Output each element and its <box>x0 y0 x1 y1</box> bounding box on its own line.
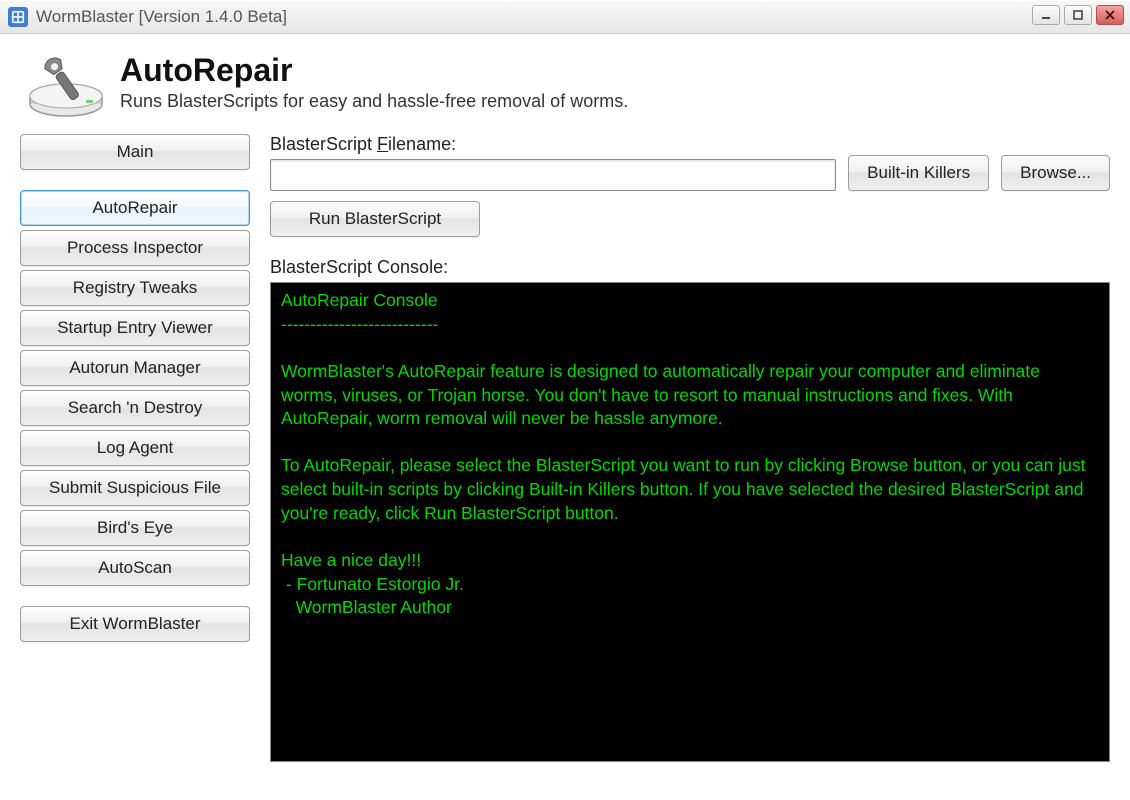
sidebar-item-label: Process Inspector <box>67 238 203 258</box>
sidebar-item-process-inspector[interactable]: Process Inspector <box>20 230 250 266</box>
maximize-button[interactable] <box>1064 5 1092 25</box>
filename-input[interactable] <box>270 159 836 191</box>
app-window: WormBlaster [Version 1.4.0 Beta] <box>0 0 1130 800</box>
sidebar-item-label: Main <box>117 142 154 162</box>
close-button[interactable] <box>1096 5 1124 25</box>
body: Main AutoRepair Process Inspector Regist… <box>0 134 1130 782</box>
title-controls <box>1032 5 1124 25</box>
sidebar-item-main[interactable]: Main <box>20 134 250 170</box>
window-title: WormBlaster [Version 1.4.0 Beta] <box>36 7 287 27</box>
sidebar-item-label: AutoScan <box>98 558 172 578</box>
page-title: AutoRepair <box>120 52 628 89</box>
sidebar-gap <box>20 174 250 186</box>
sidebar-item-label: Bird's Eye <box>97 518 173 538</box>
app-icon <box>8 7 28 27</box>
run-blasterscript-button[interactable]: Run BlasterScript <box>270 201 480 237</box>
close-icon <box>1104 9 1116 21</box>
page-subtitle: Runs BlasterScripts for easy and hassle-… <box>120 91 628 112</box>
sidebar-item-label: Log Agent <box>97 438 174 458</box>
browse-button[interactable]: Browse... <box>1001 155 1110 191</box>
sidebar-item-label: Autorun Manager <box>69 358 200 378</box>
sidebar: Main AutoRepair Process Inspector Regist… <box>20 134 250 762</box>
sidebar-item-autorepair[interactable]: AutoRepair <box>20 190 250 226</box>
filename-label: BlasterScript Filename: <box>270 134 836 155</box>
sidebar-item-label: Submit Suspicious File <box>49 478 221 498</box>
console-label: BlasterScript Console: <box>270 257 1110 278</box>
sidebar-item-birds-eye[interactable]: Bird's Eye <box>20 510 250 546</box>
maximize-icon <box>1072 9 1084 21</box>
sidebar-item-label: Registry Tweaks <box>73 278 197 298</box>
wrench-drive-icon <box>26 52 106 120</box>
minimize-button[interactable] <box>1032 5 1060 25</box>
titlebar: WormBlaster [Version 1.4.0 Beta] <box>0 0 1130 34</box>
console-output[interactable]: AutoRepair Console ---------------------… <box>270 282 1110 762</box>
sidebar-gap <box>20 590 250 602</box>
sidebar-item-search-n-destroy[interactable]: Search 'n Destroy <box>20 390 250 426</box>
filename-row: BlasterScript Filename: Built-in Killers… <box>270 134 1110 191</box>
sidebar-item-label: Exit WormBlaster <box>70 614 201 634</box>
sidebar-item-label: Search 'n Destroy <box>68 398 203 418</box>
sidebar-item-exit[interactable]: Exit WormBlaster <box>20 606 250 642</box>
sidebar-item-autoscan[interactable]: AutoScan <box>20 550 250 586</box>
main-panel: BlasterScript Filename: Built-in Killers… <box>270 134 1110 762</box>
sidebar-item-registry-tweaks[interactable]: Registry Tweaks <box>20 270 250 306</box>
header-text: AutoRepair Runs BlasterScripts for easy … <box>120 52 628 112</box>
run-row: Run BlasterScript <box>270 201 1110 237</box>
sidebar-item-autorun-manager[interactable]: Autorun Manager <box>20 350 250 386</box>
builtin-killers-button[interactable]: Built-in Killers <box>848 155 989 191</box>
minimize-icon <box>1040 9 1052 21</box>
sidebar-item-log-agent[interactable]: Log Agent <box>20 430 250 466</box>
header-panel: AutoRepair Runs BlasterScripts for easy … <box>0 34 1130 134</box>
sidebar-item-label: Startup Entry Viewer <box>57 318 213 338</box>
sidebar-item-label: AutoRepair <box>92 198 177 218</box>
sidebar-item-submit-suspicious-file[interactable]: Submit Suspicious File <box>20 470 250 506</box>
sidebar-item-startup-entry-viewer[interactable]: Startup Entry Viewer <box>20 310 250 346</box>
